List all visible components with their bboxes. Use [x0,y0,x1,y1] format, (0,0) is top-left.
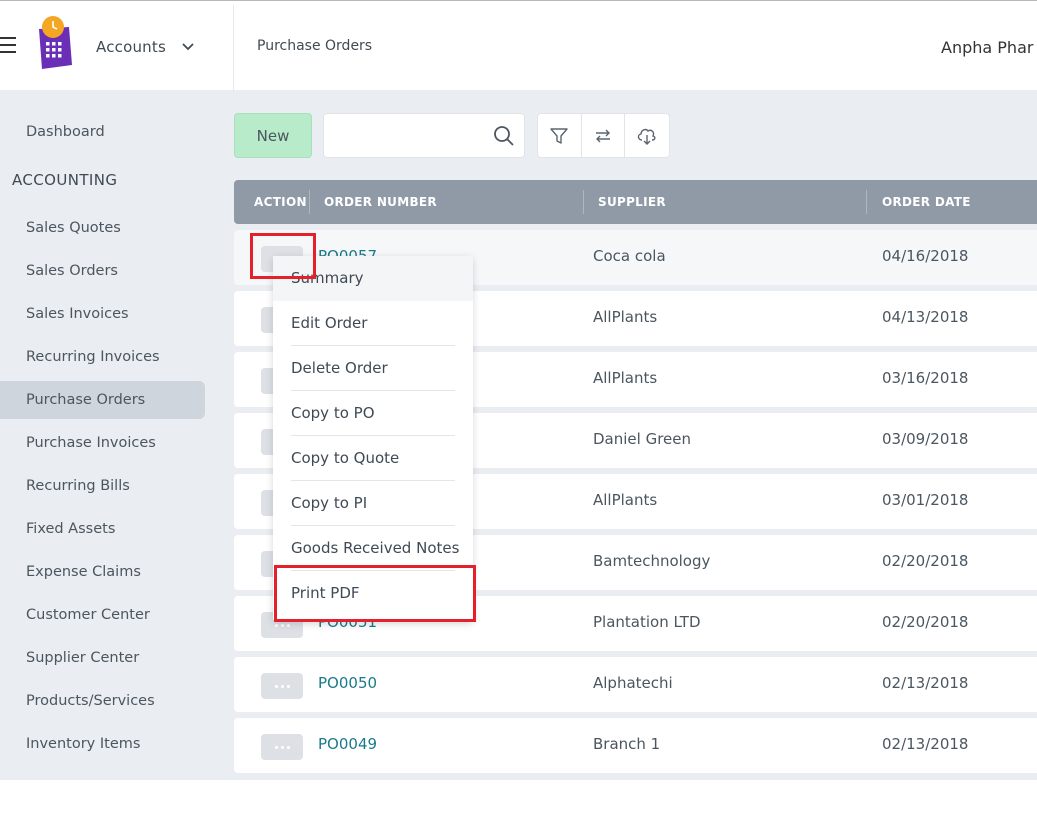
column-header-supplier[interactable]: SUPPLIER [598,180,666,224]
filter-button[interactable] [538,114,582,157]
column-divider [866,190,867,214]
sidebar-item-products-services[interactable]: Products/Services [0,682,205,720]
sidebar-item-recurring-bills[interactable]: Recurring Bills [0,467,205,505]
sidebar-item-sales-orders[interactable]: Sales Orders [0,252,205,290]
supplier-cell: Plantation LTD [593,613,701,631]
hamburger-menu-icon[interactable] [0,37,16,57]
page-title: Purchase Orders [257,38,373,54]
sidebar-item-sales-quotes[interactable]: Sales Quotes [0,209,205,247]
sidebar: Dashboard ACCOUNTING Sales Quotes Sales Ord… [0,90,234,780]
order-date-cell: 02/20/2018 [882,552,969,570]
menu-item-delete-order[interactable]: Delete Order [291,346,455,391]
table-row[interactable]: PO0049 Branch 1 02/13/2018 [234,718,1037,773]
order-date-cell: 03/09/2018 [882,430,969,448]
app-window: Accounts Purchase Orders Anpha Phar Dash… [0,0,1037,813]
company-name[interactable]: Anpha Phar [941,38,1033,57]
supplier-cell: AllPlants [593,491,658,509]
order-number-link[interactable]: PO0049 [318,735,377,753]
supplier-cell: Daniel Green [593,430,692,448]
app-switcher-label[interactable]: Accounts [96,38,166,56]
app-header-left: Accounts [0,5,234,90]
column-header-order-number[interactable]: ORDER NUMBER [324,180,437,224]
column-divider [583,190,584,214]
menu-item-copy-to-po[interactable]: Copy to PO [291,391,455,436]
table-row[interactable]: PO0050 Alphatechi 02/13/2018 [234,657,1037,712]
sidebar-item-recurring-invoices[interactable]: Recurring Invoices [0,338,205,376]
sidebar-heading-accounting: ACCOUNTING [12,171,118,189]
search-icon[interactable] [493,125,515,147]
new-button[interactable]: New [234,113,312,158]
menu-item-goods-received-notes[interactable]: Goods Received Notes [291,526,459,571]
order-date-cell: 02/13/2018 [882,674,969,692]
menu-item-edit-order[interactable]: Edit Order [291,301,455,346]
sidebar-item-purchase-invoices[interactable]: Purchase Invoices [0,424,205,462]
search-input[interactable] [334,124,484,148]
order-date-cell: 04/16/2018 [882,247,969,265]
order-date-cell: 02/13/2018 [882,735,969,753]
supplier-cell: Coca cola [593,247,666,265]
sidebar-item-sales-invoices[interactable]: Sales Invoices [0,295,205,333]
menu-item-print-pdf[interactable]: Print PDF [291,571,455,616]
app-header: Purchase Orders Anpha Phar [234,5,1037,90]
chevron-down-icon[interactable] [182,43,194,51]
filter-icon [550,127,569,144]
supplier-cell: Alphatechi [593,674,673,692]
cloud-download-icon [637,128,656,145]
supplier-cell: Branch 1 [593,735,661,753]
sidebar-item-customer-center[interactable]: Customer Center [0,596,205,634]
sidebar-item-expense-claims[interactable]: Expense Claims [0,553,205,591]
order-date-cell: 02/20/2018 [882,613,969,631]
download-button[interactable] [625,114,669,157]
toolbar-icon-group [537,113,670,158]
row-action-button[interactable] [261,734,303,760]
order-date-cell: 03/16/2018 [882,369,969,387]
more-dots-icon [274,623,278,627]
order-number-link[interactable]: PO0050 [318,674,377,692]
page-footer-area [0,780,1037,813]
order-date-cell: 03/01/2018 [882,491,969,509]
sidebar-item-purchase-orders[interactable]: Purchase Orders [0,381,205,419]
column-header-action[interactable]: ACTION [254,180,307,224]
order-date-cell: 04/13/2018 [882,308,969,326]
menu-item-copy-to-quote[interactable]: Copy to Quote [291,436,455,481]
column-header-order-date[interactable]: ORDER DATE [882,180,971,224]
row-action-button[interactable] [261,673,303,699]
more-dots-icon [274,684,278,688]
supplier-cell: AllPlants [593,369,658,387]
calculator-icon [39,16,72,69]
app-logo [36,15,74,70]
swap-icon [596,129,610,142]
column-divider [309,190,310,214]
menu-item-summary[interactable]: Summary [273,256,473,301]
table-header: ACTION ORDER NUMBER SUPPLIER ORDER DATE [234,180,1037,224]
supplier-cell: Bamtechnology [593,552,711,570]
sidebar-item-inventory-items[interactable]: Inventory Items [0,725,205,763]
action-dropdown-menu: Summary Edit Order Delete Order Copy to PO C… [273,256,473,622]
search-box [323,113,525,158]
sidebar-item-dashboard[interactable]: Dashboard [0,113,205,151]
menu-item-copy-to-pi[interactable]: Copy to PI [291,481,455,526]
sidebar-item-fixed-assets[interactable]: Fixed Assets [0,510,205,548]
swap-button[interactable] [582,114,626,157]
supplier-cell: AllPlants [593,308,658,326]
more-dots-icon [274,745,278,749]
sidebar-item-supplier-center[interactable]: Supplier Center [0,639,205,677]
